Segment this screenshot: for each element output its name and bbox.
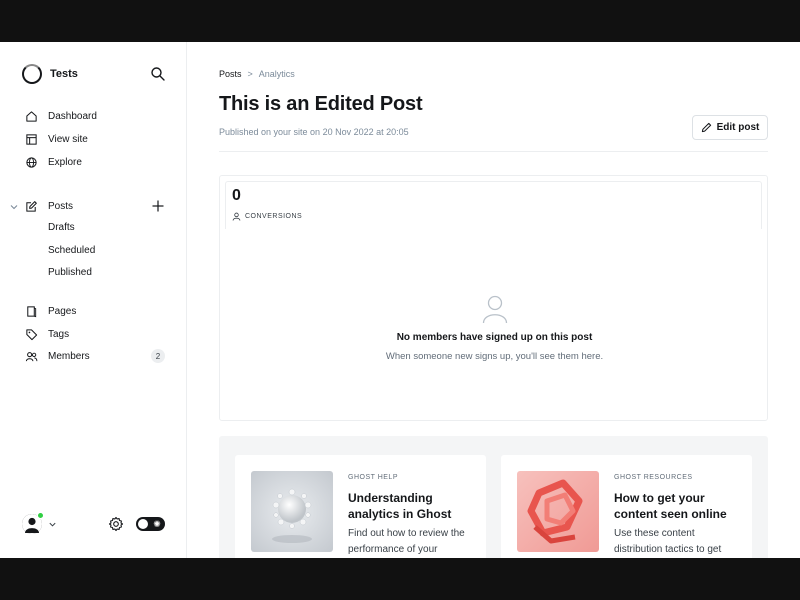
sidebar-item-drafts[interactable]: Drafts [48,222,75,233]
edit-post-label: Edit post [716,122,760,133]
bottom-letterbox [0,558,800,600]
ghost-admin-window: Tests Dashboard View site Explore Posts … [0,42,800,558]
sidebar-item-label: Tags [48,328,70,340]
member-placeholder-icon [482,295,508,324]
conversions-label-row: CONVERSIONS [232,212,302,221]
conversions-stat[interactable]: 0 CONVERSIONS [225,181,762,229]
gear-icon[interactable] [108,516,124,532]
sidebar-item-label: Dashboard [48,110,97,122]
resource-description: Find out how to review the performance o… [348,528,465,555]
sidebar-item-view-site[interactable]: View site [24,131,88,147]
analytics-panel: 0 CONVERSIONS No members have signed up … [219,175,768,421]
conversions-value: 0 [232,187,241,204]
resource-title: Understanding analytics in Ghost [348,491,452,521]
edit-icon [24,199,38,213]
page-icon [24,304,38,318]
empty-state-text: When someone new signs up, you'll see th… [385,351,604,362]
home-icon [24,109,38,123]
sidebar-item-posts[interactable]: Posts [24,198,73,214]
sidebar-item-dashboard[interactable]: Dashboard [24,108,97,124]
sidebar-item-pages[interactable]: Pages [24,303,76,319]
online-status-dot [37,512,44,519]
theme-toggle[interactable]: ✺ [136,517,165,531]
new-post-plus-icon[interactable] [151,199,165,213]
resource-category: GHOST HELP [348,474,398,481]
conversions-label: CONVERSIONS [245,213,303,220]
main-content: Posts > Analytics This is an Edited Post… [187,42,800,558]
published-date: Published on your site on 20 Nov 2022 at… [219,127,409,137]
members-icon [24,349,38,363]
sidebar-item-label: Explore [48,156,82,168]
sidebar-item-label: Members [48,350,90,362]
resources-section: GHOST HELP Understanding analytics in Gh… [219,436,768,558]
resource-title: How to get your content seen online [614,491,727,521]
sidebar-item-scheduled[interactable]: Scheduled [48,245,95,256]
sidebar-item-label: View site [48,133,88,145]
globe-icon [24,155,38,169]
empty-state-title: No members have signed up on this post [396,332,593,343]
sidebar-item-members[interactable]: Members [24,348,90,364]
chevron-down-icon[interactable] [9,202,19,212]
pencil-icon [701,122,711,133]
abstract-shape-image [517,471,599,552]
resource-card-content-seen[interactable]: GHOST RESOURCES How to get your content … [501,455,752,558]
resource-description: Use these content distribution tactics t… [614,528,722,555]
resource-category: GHOST RESOURCES [614,474,693,481]
resource-card-analytics[interactable]: GHOST HELP Understanding analytics in Gh… [235,455,486,558]
top-letterbox [0,0,800,42]
search-icon[interactable] [150,66,166,82]
page-title: This is an Edited Post [219,93,423,115]
breadcrumb-current: Analytics [258,69,295,79]
sidebar: Tests Dashboard View site Explore Posts … [0,42,187,558]
header-divider [219,151,768,152]
chevron-down-icon[interactable] [48,520,57,529]
sidebar-item-label: Posts [48,200,74,212]
site-name: Tests [50,68,78,80]
sidebar-item-tags[interactable]: Tags [24,326,69,342]
sun-icon: ✺ [153,519,161,529]
members-count-badge: 2 [151,349,165,363]
layout-icon [24,132,38,146]
virus-sphere-image [251,471,333,552]
breadcrumb-separator: > [247,69,253,79]
sidebar-footer: ✺ [22,512,167,536]
breadcrumb: Posts > Analytics [219,69,295,79]
sidebar-item-label: Pages [48,305,77,317]
sidebar-item-explore[interactable]: Explore [24,154,82,170]
sidebar-item-published[interactable]: Published [48,267,92,278]
toggle-knob [138,519,148,529]
user-icon [232,212,241,221]
tag-icon [24,327,38,341]
site-brand[interactable]: Tests [22,64,78,84]
site-logo-icon [22,64,42,84]
edit-post-button[interactable]: Edit post [692,115,768,140]
breadcrumb-posts-link[interactable]: Posts [219,69,242,79]
